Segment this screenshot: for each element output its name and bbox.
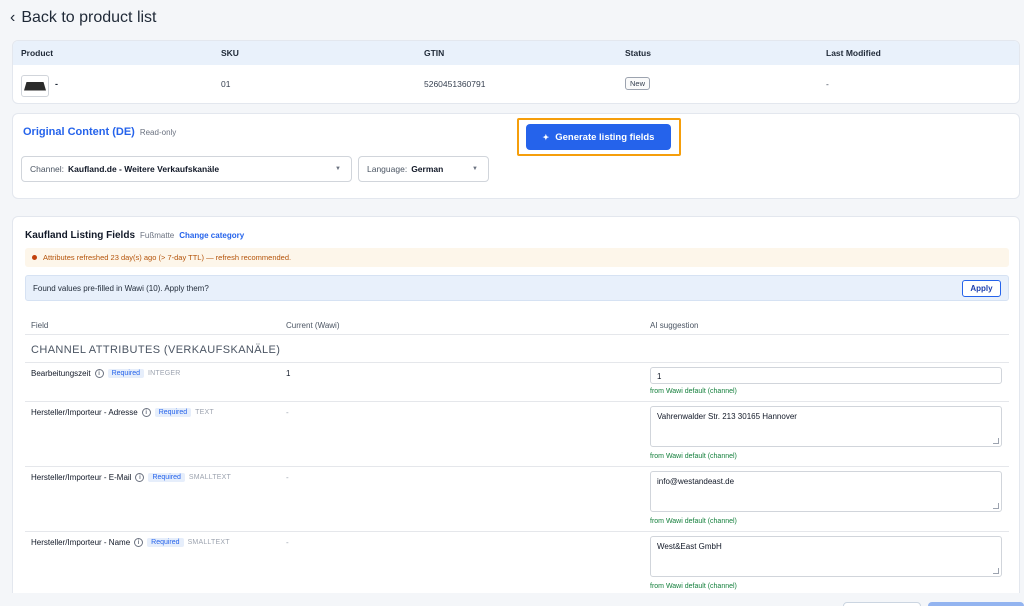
header-status: Status bbox=[625, 48, 651, 58]
info-icon[interactable]: i bbox=[134, 538, 144, 547]
divider bbox=[25, 466, 1009, 467]
header-sku: SKU bbox=[221, 48, 239, 58]
ai-suggestion-textarea[interactable]: info@westandeast.de bbox=[650, 471, 1002, 512]
prefill-info-text: Found values pre-filled in Wawi (10). Ap… bbox=[33, 283, 209, 293]
ai-suggestion-input[interactable]: 1 bbox=[650, 367, 1002, 384]
required-badge: Required bbox=[147, 538, 184, 547]
listing-fields-heading: Kaufland Listing Fields bbox=[25, 230, 136, 241]
header-gtin: GTIN bbox=[424, 48, 445, 58]
footer-secondary-button[interactable] bbox=[843, 602, 921, 606]
original-content-heading: Original Content (DE) bbox=[23, 126, 135, 138]
info-icon[interactable]: i bbox=[94, 369, 104, 378]
channel-label: Channel: bbox=[30, 164, 65, 174]
language-label: Language: bbox=[367, 164, 408, 174]
current-value: - bbox=[286, 473, 289, 482]
field-type: TEXT bbox=[195, 409, 214, 416]
floor-mat-image bbox=[24, 81, 46, 91]
suggestion-source-hint: from Wawi default (channel) bbox=[650, 583, 737, 590]
current-value: - bbox=[286, 408, 289, 417]
chevron-down-icon: ▼ bbox=[472, 166, 478, 172]
product-table-header: Product SKU GTIN Status Last Modified bbox=[13, 41, 1019, 65]
product-table: Product SKU GTIN Status Last Modified - … bbox=[12, 40, 1020, 104]
field-type: SMALLTEXT bbox=[187, 539, 230, 546]
back-label: Back to product list bbox=[21, 9, 157, 26]
channel-select[interactable]: Channel: Kaufland.de - Weitere Verkaufsk… bbox=[21, 156, 352, 182]
field-name: Hersteller/Importeur - Adresse bbox=[31, 408, 138, 417]
column-ai-suggestion: AI suggestion bbox=[650, 321, 699, 330]
generate-listing-fields-button[interactable]: ✦ Generate listing fields bbox=[526, 124, 671, 150]
listing-title-row: Kaufland Listing Fields Fußmatte Change … bbox=[25, 230, 244, 241]
product-thumbnail bbox=[21, 75, 49, 97]
current-value: - bbox=[286, 538, 289, 547]
listing-fields-card: Kaufland Listing Fields Fußmatte Change … bbox=[12, 216, 1020, 606]
field-row-label: Bearbeitungszeit i Required INTEGER bbox=[31, 369, 181, 378]
header-last-modified: Last Modified bbox=[826, 48, 881, 58]
product-gtin: 5260451360791 bbox=[424, 79, 486, 89]
divider bbox=[25, 334, 1009, 335]
warning-text: Attributes refreshed 23 day(s) ago (> 7-… bbox=[43, 253, 292, 262]
section-channel-attributes: CHANNEL ATTRIBUTES (VERKAUFSKANÄLE) bbox=[31, 344, 281, 356]
field-name: Hersteller/Importeur - E-Mail bbox=[31, 473, 132, 482]
ai-suggestion-textarea[interactable]: Vahrenwalder Str. 213 30165 Hannover bbox=[650, 406, 1002, 447]
status-badge: New bbox=[625, 77, 651, 90]
sparkle-icon: ✦ bbox=[542, 132, 550, 142]
divider bbox=[25, 401, 1009, 402]
field-row-label: Hersteller/Importeur - E-Mail i Required… bbox=[31, 473, 231, 482]
status-cell: New bbox=[625, 77, 651, 90]
category-label: Fußmatte bbox=[140, 231, 175, 240]
change-category-link[interactable]: Change category bbox=[179, 231, 244, 240]
suggestion-source-hint: from Wawi default (channel) bbox=[650, 518, 737, 525]
channel-value: Kaufland.de - Weitere Verkaufskanäle bbox=[68, 164, 220, 174]
field-type: INTEGER bbox=[148, 370, 181, 377]
column-current: Current (Wawi) bbox=[286, 321, 340, 330]
readonly-label: Read-only bbox=[139, 128, 177, 137]
chevron-down-icon: ▼ bbox=[335, 166, 341, 172]
ai-suggestion-textarea[interactable]: West&East GmbH bbox=[650, 536, 1002, 577]
language-value: German bbox=[411, 164, 444, 174]
header-product: Product bbox=[21, 48, 54, 58]
original-content-title: Original Content (DE) Read-only bbox=[23, 126, 176, 138]
info-icon[interactable]: i bbox=[135, 473, 145, 482]
language-select[interactable]: Language: German ▼ bbox=[358, 156, 489, 182]
product-last-modified: - bbox=[826, 79, 829, 89]
field-name: Bearbeitungszeit bbox=[31, 369, 91, 378]
product-name: - bbox=[55, 79, 58, 89]
divider bbox=[25, 531, 1009, 532]
field-name: Hersteller/Importeur - Name bbox=[31, 538, 131, 547]
product-sku: 01 bbox=[221, 79, 231, 89]
suggestion-source-hint: from Wawi default (channel) bbox=[650, 453, 737, 460]
divider bbox=[25, 362, 1009, 363]
original-content-card: Original Content (DE) Read-only ✦ Genera… bbox=[12, 113, 1020, 199]
required-badge: Required bbox=[107, 369, 145, 378]
prefill-info-bar: Found values pre-filled in Wawi (10). Ap… bbox=[25, 275, 1009, 301]
field-row-label: Hersteller/Importeur - Adresse i Require… bbox=[31, 408, 214, 417]
back-to-product-list-link[interactable]: ‹ Back to product list bbox=[10, 9, 157, 27]
field-type: SMALLTEXT bbox=[188, 474, 232, 481]
required-badge: Required bbox=[148, 473, 185, 482]
required-badge: Required bbox=[154, 408, 192, 417]
apply-button[interactable]: Apply bbox=[962, 280, 1001, 297]
footer-primary-button[interactable] bbox=[928, 602, 1024, 606]
chevron-left-icon: ‹ bbox=[10, 9, 16, 26]
generate-button-label: Generate listing fields bbox=[555, 131, 655, 143]
info-icon[interactable]: i bbox=[141, 408, 151, 417]
warning-dot-icon bbox=[32, 255, 37, 260]
stale-attributes-warning: Attributes refreshed 23 day(s) ago (> 7-… bbox=[25, 248, 1009, 267]
current-value: 1 bbox=[286, 369, 291, 378]
suggestion-source-hint: from Wawi default (channel) bbox=[650, 388, 737, 395]
column-field: Field bbox=[31, 321, 49, 330]
field-row-label: Hersteller/Importeur - Name i Required S… bbox=[31, 538, 230, 547]
